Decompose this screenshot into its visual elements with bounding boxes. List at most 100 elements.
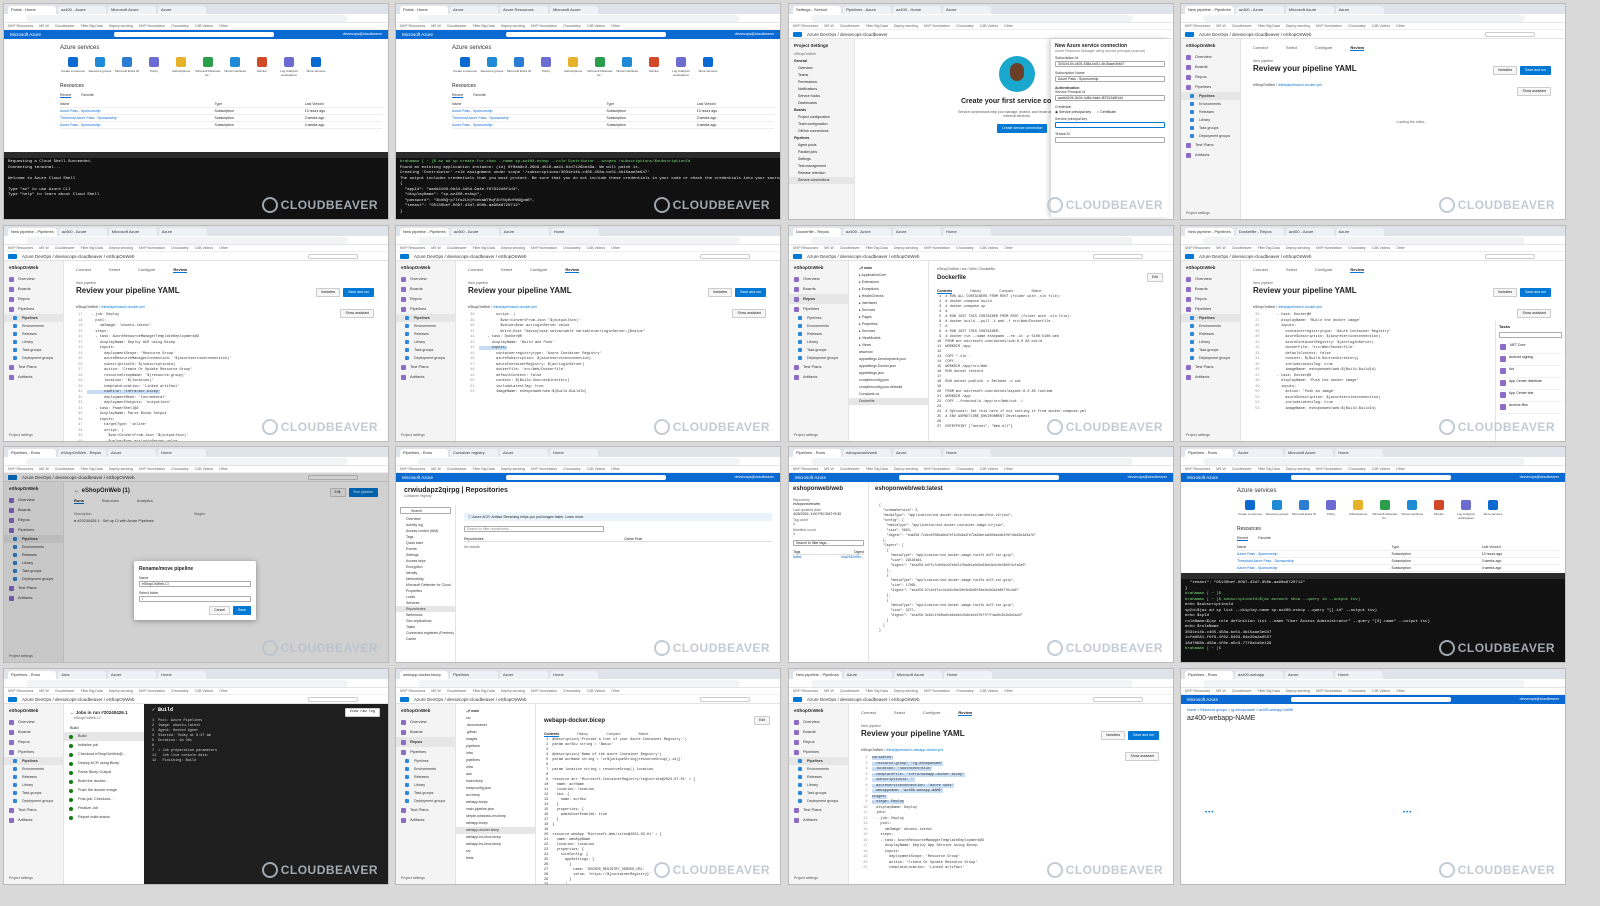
wizard-step[interactable]: Review bbox=[1350, 45, 1365, 51]
browser-tab[interactable]: Azure bbox=[450, 6, 498, 14]
table-row[interactable]: Azure Pass - Sponsorship Subscription 4 we… bbox=[1237, 565, 1559, 572]
sidebar-item-test-plans[interactable]: Test Plans bbox=[396, 362, 455, 372]
account-name[interactable]: devsecops@cloudbeaver bbox=[343, 30, 382, 39]
sidebar-item-overview[interactable]: Overview bbox=[1181, 52, 1240, 62]
search-input[interactable] bbox=[308, 254, 358, 259]
search-input[interactable] bbox=[1291, 475, 1451, 480]
browser-tab[interactable]: New pipeline - Pipelines bbox=[400, 228, 449, 236]
bookmark-item[interactable]: Cloudbeaver bbox=[840, 24, 860, 28]
sidebar-item-library[interactable]: Library bbox=[789, 781, 848, 789]
browser-tab[interactable]: New pipeline - Pipelines bbox=[1185, 6, 1234, 14]
resource-name[interactable]: Azure Pass - Sponsorship bbox=[452, 108, 607, 114]
bookmark-item[interactable]: Cloudbeaver bbox=[840, 246, 860, 250]
table-row[interactable]: Azure Pass - Sponsorship Subscription 13 h… bbox=[452, 108, 774, 115]
bookmark-item[interactable]: MS W bbox=[39, 467, 49, 471]
sidebar-item-repos[interactable]: Repos bbox=[789, 737, 848, 747]
bookmark-item[interactable]: Deploy sending bbox=[109, 246, 133, 250]
settings-item[interactable]: Notifications bbox=[789, 86, 854, 93]
bookmark-item[interactable]: Other bbox=[1396, 24, 1405, 28]
tag-filter-input[interactable]: Search to filter tags... bbox=[793, 540, 864, 546]
browser-tab[interactable]: Azure bbox=[158, 228, 207, 236]
cancel-button[interactable]: Cancel bbox=[209, 606, 231, 615]
field-input[interactable] bbox=[1055, 122, 1165, 128]
file-tree-item[interactable]: webapp-bs-linux.bicep bbox=[456, 841, 535, 848]
bookmark-item[interactable]: MS W bbox=[1216, 689, 1226, 693]
nav-item[interactable]: Cache bbox=[396, 636, 455, 642]
wizard-step[interactable]: Configure bbox=[1315, 267, 1332, 273]
file-tree-item[interactable]: ado bbox=[456, 771, 535, 778]
browser-tab[interactable]: Pipelines - Runs bbox=[793, 449, 841, 457]
ado-org[interactable]: Azure DevOps / devsecops-cloudbeaver / e… bbox=[22, 697, 134, 702]
branch-selector[interactable]: ⎇ main bbox=[849, 265, 928, 272]
file-tree-item[interactable]: pipelines bbox=[456, 743, 535, 750]
service-tile[interactable]: Monitor bbox=[641, 57, 667, 77]
service-tile[interactable]: Resource groups bbox=[1264, 500, 1290, 520]
sidebar-item-overview[interactable]: Overview bbox=[1181, 274, 1240, 284]
resource-name[interactable]: Threshold Azure Pass - Sponsorship bbox=[452, 115, 607, 121]
variables-button[interactable]: Variables bbox=[1492, 66, 1518, 75]
bookmark-item[interactable]: Filter Big Data bbox=[81, 24, 103, 28]
bookmark-item[interactable]: MVP Nomination bbox=[1316, 246, 1342, 250]
browser-tab[interactable]: Azure bbox=[943, 6, 991, 14]
resource-tab[interactable]: Recent bbox=[1237, 536, 1249, 541]
field-input[interactable] bbox=[1055, 137, 1165, 143]
bookmark-item[interactable]: MS W bbox=[39, 246, 49, 250]
browser-tab[interactable]: az400 - Azure bbox=[1235, 6, 1284, 14]
bookmark-item[interactable]: MVP Nomination bbox=[139, 24, 165, 28]
settings-item[interactable]: Settings bbox=[789, 156, 854, 163]
bookmark-item[interactable]: Cloudbeaver bbox=[55, 689, 75, 693]
ado-org[interactable]: Azure DevOps / devsecops-cloudbeaver / e… bbox=[22, 254, 134, 259]
browser-tab[interactable]: Azure bbox=[843, 671, 892, 679]
file-tree-item[interactable]: ▸ Views bbox=[849, 342, 928, 349]
bookmark-item[interactable]: Chocolatey bbox=[956, 467, 974, 471]
yaml-path[interactable]: /infra/pipelines/ci-webapp-docker.yml bbox=[886, 748, 943, 752]
wizard-step[interactable]: Select bbox=[1286, 45, 1297, 51]
browser-tab[interactable]: Pipelines bbox=[450, 671, 498, 679]
url-field[interactable] bbox=[1203, 15, 1525, 22]
sidebar-item-artifacts[interactable]: Artifacts bbox=[789, 372, 848, 382]
browser-tab[interactable]: Portal - Home bbox=[8, 6, 56, 14]
service-tile[interactable]: Subscriptions bbox=[560, 57, 586, 77]
sidebar-item-pipelines[interactable]: Pipelines bbox=[789, 304, 848, 314]
bookmark-item[interactable]: MVP Resources bbox=[400, 246, 425, 250]
url-field[interactable] bbox=[418, 237, 740, 244]
sidebar-item-overview[interactable]: Overview bbox=[789, 274, 848, 284]
file-tree-item[interactable]: ▸ ViewModels bbox=[849, 335, 928, 342]
yaml-path[interactable]: /infra/pipelines/ci-docker.yml bbox=[101, 305, 145, 309]
bookmark-item[interactable]: Filter Big Data bbox=[473, 24, 495, 28]
url-field[interactable] bbox=[811, 15, 1133, 22]
browser-tab[interactable]: Dockerfile - Repos bbox=[1235, 228, 1284, 236]
sidebar-item-environments[interactable]: Environments bbox=[4, 322, 63, 330]
bookmark-item[interactable]: Chocolatey bbox=[1348, 467, 1366, 471]
sidebar-item-boards[interactable]: Boards bbox=[1181, 284, 1240, 294]
browser-tab[interactable]: Azure bbox=[500, 228, 549, 236]
bookmark-item[interactable]: Chocolatey bbox=[171, 467, 189, 471]
task-item[interactable]: Ant bbox=[1499, 366, 1562, 378]
job-step[interactable]: Deploy ACR using Bicep bbox=[64, 759, 144, 768]
service-tile[interactable]: Create a resource bbox=[452, 57, 478, 77]
create-service-connection-button[interactable]: Create service connection bbox=[997, 124, 1048, 133]
bookmark-item[interactable]: Chocolatey bbox=[956, 24, 974, 28]
service-tile[interactable]: Monitor bbox=[1426, 500, 1452, 520]
wizard-step[interactable]: Select bbox=[109, 267, 120, 273]
bookmark-item[interactable]: MVP Resources bbox=[8, 467, 33, 471]
bookmark-item[interactable]: MVP Resources bbox=[1185, 246, 1210, 250]
sidebar-item-pipelines[interactable]: Pipelines bbox=[1181, 92, 1240, 100]
sidebar-item-pipelines[interactable]: Pipelines bbox=[1181, 304, 1240, 314]
sidebar-item-task-groups[interactable]: Task groups bbox=[789, 789, 848, 797]
project-settings-link[interactable]: Project settings bbox=[794, 433, 818, 437]
search-input[interactable] bbox=[506, 475, 666, 480]
file-tab[interactable]: Blame bbox=[638, 732, 648, 737]
wizard-step[interactable]: Configure bbox=[138, 267, 155, 273]
bookmark-item[interactable]: C4B Videos bbox=[980, 24, 998, 28]
bookmark-item[interactable]: MS W bbox=[1216, 246, 1226, 250]
bookmark-item[interactable]: Chocolatey bbox=[1348, 246, 1366, 250]
service-tile[interactable]: Log Analytics workspaces bbox=[1453, 500, 1479, 520]
task-item[interactable]: Archive files bbox=[1499, 402, 1562, 414]
service-tile[interactable]: Monitor bbox=[249, 57, 275, 77]
sidebar-item-artifacts[interactable]: Artifacts bbox=[4, 815, 63, 825]
bookmark-item[interactable]: Filter Big Data bbox=[1258, 24, 1280, 28]
variables-button[interactable]: Variables bbox=[1492, 288, 1518, 297]
resource-name[interactable]: Azure Pass - Sponsorship bbox=[60, 108, 215, 114]
search-input[interactable] bbox=[114, 32, 274, 37]
